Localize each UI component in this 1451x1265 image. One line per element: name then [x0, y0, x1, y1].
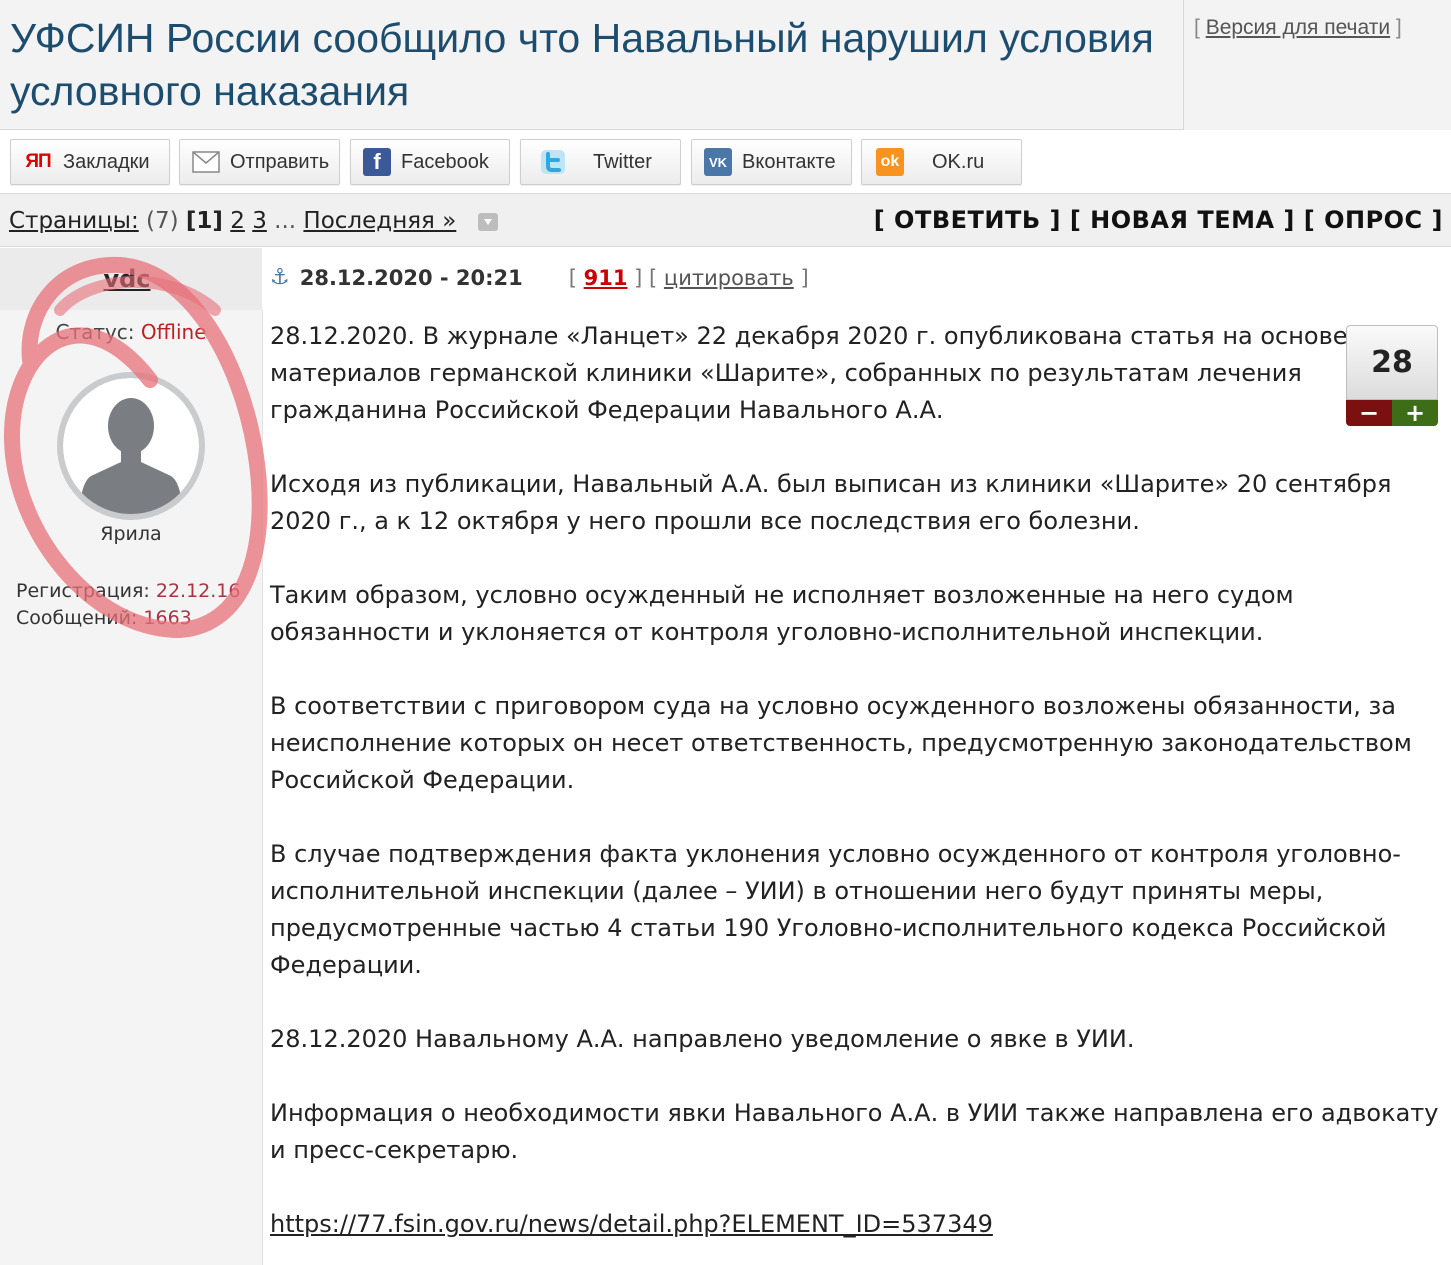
print-version-box: [ Версия для печати ] [1183, 0, 1451, 130]
vote-plus-button[interactable]: + [1392, 399, 1438, 427]
bookmarks-label: Закладки [63, 150, 150, 173]
vote-minus-button[interactable]: − [1346, 399, 1392, 427]
yandex-bookmarks-icon: ЯП [25, 151, 51, 172]
last-page-link[interactable]: Последняя » [303, 208, 456, 234]
bookmarks-button[interactable]: ЯП Закладки [10, 139, 170, 185]
quote-link[interactable]: цитировать [664, 266, 794, 290]
bracket-open: [ [568, 265, 584, 290]
facebook-icon: f [363, 148, 391, 176]
page-count: (7) [146, 208, 179, 234]
post-date: 28.12.2020 - 20:21 [299, 265, 523, 290]
messages-row: Сообщений: 1663 [16, 605, 240, 632]
post-paragraph: В случае подтверждения факта уклонения у… [270, 840, 1401, 979]
author-stats: Регистрация: 22.12.16 Сообщений: 1663 [16, 578, 240, 632]
pagination-bar: Страницы: (7) [1] 2 3 ... Последняя » [ … [0, 193, 1451, 247]
page-link-3[interactable]: 3 [252, 208, 267, 234]
pages-label-link[interactable]: Страницы: [9, 208, 139, 234]
author-rank: Ярила [100, 523, 162, 545]
registration-value: 22.12.16 [155, 580, 241, 602]
vk-icon: VK [704, 148, 732, 176]
messages-label: Сообщений: [16, 607, 138, 629]
print-version-link[interactable]: Версия для печати [1206, 16, 1390, 39]
default-avatar-icon[interactable] [57, 372, 205, 520]
source-link[interactable]: https://77.fsin.gov.ru/news/detail.php?E… [270, 1210, 993, 1238]
topic-actions: [ ОТВЕТИТЬ ] [ НОВАЯ ТЕМА ] [ ОПРОС ] [874, 206, 1443, 234]
post-text: 28.12.2020. В журнале «Ланцет» 22 декабр… [270, 318, 1440, 1265]
page-link-2[interactable]: 2 [230, 208, 245, 234]
post-paragraph: Таким образом, условно осужденный не исп… [270, 581, 1294, 646]
status-value: Offline [140, 320, 207, 344]
post-header: vdc ⚓ 28.12.2020 - 20:21 [ 911 ] [ цитир… [0, 248, 1451, 310]
bracket-mid: ] [ [627, 265, 664, 290]
rating-votes: − + [1346, 399, 1438, 427]
vkontakte-label: Вконтакте [742, 150, 836, 173]
okru-label: OK.ru [932, 150, 985, 173]
print-bracket-open: [ [1194, 16, 1200, 39]
author-cell: vdc [0, 248, 262, 310]
post-paragraph: В соответствии с приговором суда на усло… [270, 692, 1412, 794]
pagination: Страницы: (7) [1] 2 3 ... Последняя » [9, 208, 498, 234]
twitter-icon [539, 148, 567, 176]
print-bracket-close: ] [1395, 16, 1402, 39]
ok-icon: ok [876, 148, 904, 176]
bracket-close: ] [793, 265, 809, 290]
post-paragraph: Информация о необходимости явки Навально… [270, 1099, 1439, 1164]
topic-title: УФСИН России сообщило что Навальный нару… [10, 15, 1154, 114]
mail-icon [192, 148, 220, 176]
post-meta: ⚓ 28.12.2020 - 20:21 [ 911 ] [ цитироват… [270, 265, 809, 290]
facebook-label: Facebook [401, 150, 489, 173]
pagination-ellipsis: ... [274, 208, 297, 234]
author-name-link[interactable]: vdc [103, 265, 150, 293]
poll-button[interactable]: [ ОПРОС ] [1304, 206, 1443, 234]
share-bar: ЯП Закладки Отправить f Facebook Twitter… [0, 130, 1451, 193]
topic-header: УФСИН России сообщило что Навальный нару… [0, 0, 1451, 130]
post-paragraph: 28.12.2020. В журнале «Ланцет» 22 декабр… [270, 322, 1348, 424]
rating-score: 28 [1346, 325, 1438, 400]
send-button[interactable]: Отправить [179, 139, 340, 185]
post-paragraph: 28.12.2020 Навальному А.А. направлено ув… [270, 1025, 1135, 1053]
author-profile: Статус: Offline Ярила Регистрация: 22.12… [0, 310, 262, 1265]
okru-button[interactable]: ok OK.ru [861, 139, 1022, 185]
twitter-button[interactable]: Twitter [520, 139, 681, 185]
anchor-icon[interactable]: ⚓ [270, 265, 290, 290]
send-label: Отправить [230, 150, 330, 173]
author-status: Статус: Offline [0, 320, 262, 344]
post-paragraph: Исходя из публикации, Навальный А.А. был… [270, 470, 1392, 535]
current-page: [1] [185, 208, 223, 234]
twitter-label: Twitter [593, 150, 652, 173]
facebook-button[interactable]: f Facebook [350, 139, 510, 185]
messages-value: 1663 [143, 607, 192, 629]
registration-row: Регистрация: 22.12.16 [16, 578, 240, 605]
post-number-link[interactable]: 911 [584, 266, 628, 290]
status-label: Статус: [55, 320, 135, 344]
reply-button[interactable]: [ ОТВЕТИТЬ ] [874, 206, 1061, 234]
registration-label: Регистрация: [16, 580, 150, 602]
new-topic-button[interactable]: [ НОВАЯ ТЕМА ] [1070, 206, 1295, 234]
vkontakte-button[interactable]: VK Вконтакте [691, 139, 852, 185]
post-body: 28.12.2020. В журнале «Ланцет» 22 декабр… [262, 310, 1451, 1265]
post-rating: 28 − + [1346, 325, 1438, 427]
dropdown-arrow-icon[interactable] [477, 212, 498, 231]
